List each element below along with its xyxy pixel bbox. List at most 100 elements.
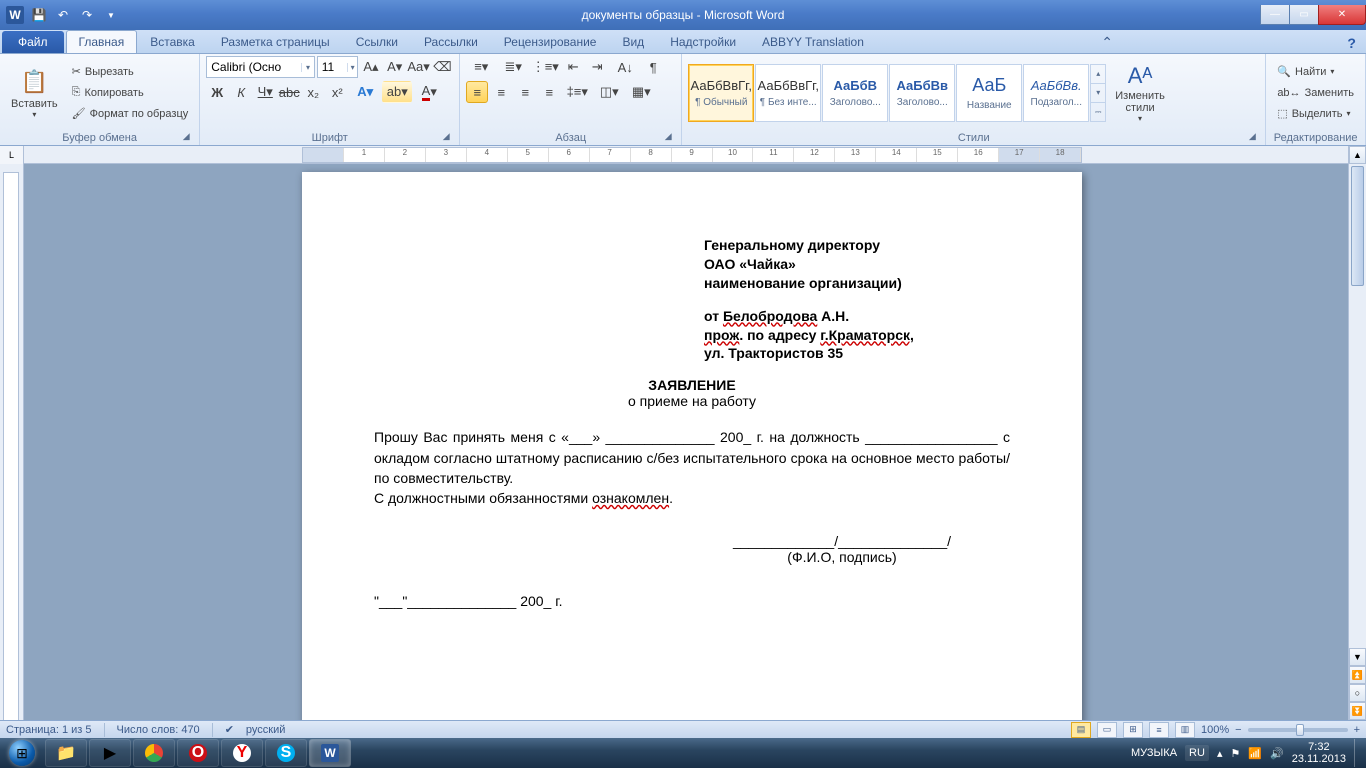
font-size-combo[interactable]: ▾ [317,56,358,78]
decrease-indent-button[interactable]: ⇤ [562,56,584,78]
shading-button[interactable]: ◫▾ [594,81,624,103]
taskbar-skype[interactable]: S [265,739,307,767]
start-button[interactable]: ⊞ [0,738,44,768]
underline-button[interactable]: Ч▾ [254,81,276,103]
find-button[interactable]: 🔍Найти▾ [1272,62,1359,82]
show-desktop-button[interactable] [1354,739,1362,767]
sort-button[interactable]: A↓ [610,56,640,78]
taskbar-opera[interactable]: O [177,739,219,767]
zoom-level[interactable]: 100% [1201,724,1229,736]
qat-customize[interactable]: ▼ [100,4,122,26]
zoom-out-button[interactable]: − [1235,724,1241,736]
copy-button[interactable]: ⎘Копировать [67,83,194,103]
undo-button[interactable]: ↶ [52,4,74,26]
style-subtitle[interactable]: АаБбВв.Подзагол... [1023,64,1089,122]
font-family-combo[interactable]: ▾ [206,56,314,78]
tab-abbyy[interactable]: ABBYY Translation [749,30,877,53]
taskbar-yandex[interactable]: Y [221,739,263,767]
tab-references[interactable]: Ссылки [343,30,411,53]
view-print-layout[interactable]: ▤ [1071,722,1091,738]
scroll-down-button[interactable]: ▼ [1349,648,1366,666]
scroll-up-button[interactable]: ▲ [1349,146,1366,164]
tab-insert[interactable]: Вставка [137,30,208,53]
save-button[interactable]: 💾 [28,4,50,26]
tray-clock[interactable]: 7:32 23.11.2013 [1292,741,1346,765]
font-family-input[interactable] [207,60,301,74]
bullets-button[interactable]: ≡▾ [466,56,496,78]
superscript-button[interactable]: x² [326,81,348,103]
vertical-scrollbar[interactable]: ▲ ▼ ⏫ ○ ⏬ [1348,146,1366,720]
tab-review[interactable]: Рецензирование [491,30,610,53]
tray-language[interactable]: RU [1185,745,1209,761]
font-size-input[interactable] [318,60,348,74]
help-button[interactable]: ? [1337,33,1366,53]
prev-page-button[interactable]: ⏫ [1349,666,1366,684]
status-language[interactable]: русский [246,724,285,736]
vertical-ruler[interactable] [3,172,19,720]
strikethrough-button[interactable]: abc [278,81,300,103]
multilevel-button[interactable]: ⋮≡▾ [530,56,560,78]
taskbar-word[interactable]: W [309,739,351,767]
tab-mailings[interactable]: Рассылки [411,30,491,53]
tray-flag-icon[interactable]: ⚑ [1230,747,1240,760]
bold-button[interactable]: Ж [206,81,228,103]
scroll-thumb[interactable] [1351,166,1364,286]
style-heading1[interactable]: АаБбВЗаголово... [822,64,888,122]
view-web-layout[interactable]: ⊞ [1123,722,1143,738]
tab-addins[interactable]: Надстройки [657,30,749,53]
align-justify-button[interactable]: ≡ [538,81,560,103]
minimize-button[interactable]: — [1260,5,1290,25]
numbering-button[interactable]: ≣▾ [498,56,528,78]
tray-overflow[interactable]: ▴ [1217,747,1223,760]
document-page[interactable]: Генеральному директору ОАО «Чайка» наиме… [302,172,1082,720]
replace-button[interactable]: ab↔Заменить [1272,83,1359,103]
zoom-thumb[interactable] [1296,724,1304,736]
format-painter-button[interactable]: 🖌Формат по образцу [67,104,194,124]
align-left-button[interactable]: ≡ [466,81,488,103]
grow-font-button[interactable]: A▴ [360,56,382,78]
scroll-track[interactable] [1349,164,1366,648]
horizontal-ruler[interactable]: 123456789101112131415161718 [302,147,1082,163]
tray-volume-icon[interactable]: 🔊 [1270,747,1284,760]
proofing-icon[interactable]: ✔ [225,723,234,736]
tray-media-label[interactable]: МУЗЫКА [1131,747,1177,759]
ribbon-minimize[interactable]: ⌃ [1091,32,1123,53]
tab-selector[interactable]: L [0,146,24,164]
style-gallery[interactable]: АаБбВвГг,¶ Обычный АаБбВвГг,¶ Без инте..… [688,60,1106,126]
borders-button[interactable]: ▦▾ [626,81,656,103]
tab-page-layout[interactable]: Разметка страницы [208,30,343,53]
style-no-spacing[interactable]: АаБбВвГг,¶ Без инте... [755,64,821,122]
clear-formatting-button[interactable]: ⌫ [432,56,454,78]
taskbar-chrome[interactable] [133,739,175,767]
cut-button[interactable]: ✂Вырезать [67,62,194,82]
shrink-font-button[interactable]: A▾ [384,56,406,78]
italic-button[interactable]: К [230,81,252,103]
close-button[interactable]: ✕ [1318,5,1366,25]
line-spacing-button[interactable]: ‡≡▾ [562,81,592,103]
file-tab[interactable]: Файл [2,31,64,53]
view-draft[interactable]: ▥ [1175,722,1195,738]
styles-launcher[interactable]: ◢ [1245,129,1259,143]
style-gallery-scroll[interactable]: ▴▾⎓ [1090,64,1106,122]
app-icon[interactable]: W [4,4,26,26]
highlight-button[interactable]: ab▾ [382,81,412,103]
font-launcher[interactable]: ◢ [439,129,453,143]
tab-view[interactable]: Вид [609,30,657,53]
status-word-count[interactable]: Число слов: 470 [117,724,200,736]
paragraph-launcher[interactable]: ◢ [661,129,675,143]
change-case-button[interactable]: Aa▾ [408,56,430,78]
increase-indent-button[interactable]: ⇥ [586,56,608,78]
text-effects-button[interactable]: A▾ [350,81,380,103]
view-full-screen[interactable]: ▭ [1097,722,1117,738]
clipboard-launcher[interactable]: ◢ [179,129,193,143]
browse-object-button[interactable]: ○ [1349,684,1366,702]
align-right-button[interactable]: ≡ [514,81,536,103]
subscript-button[interactable]: x₂ [302,81,324,103]
redo-button[interactable]: ↷ [76,4,98,26]
paste-button[interactable]: 📋 Вставить ▾ [6,60,63,126]
maximize-button[interactable]: ▭ [1289,5,1319,25]
tray-network-icon[interactable]: 📶 [1248,747,1262,760]
change-styles-button[interactable]: Aᴬ Изменить стили ▾ [1110,60,1170,126]
taskbar-explorer[interactable]: 📁 [45,739,87,767]
view-outline[interactable]: ≡ [1149,722,1169,738]
